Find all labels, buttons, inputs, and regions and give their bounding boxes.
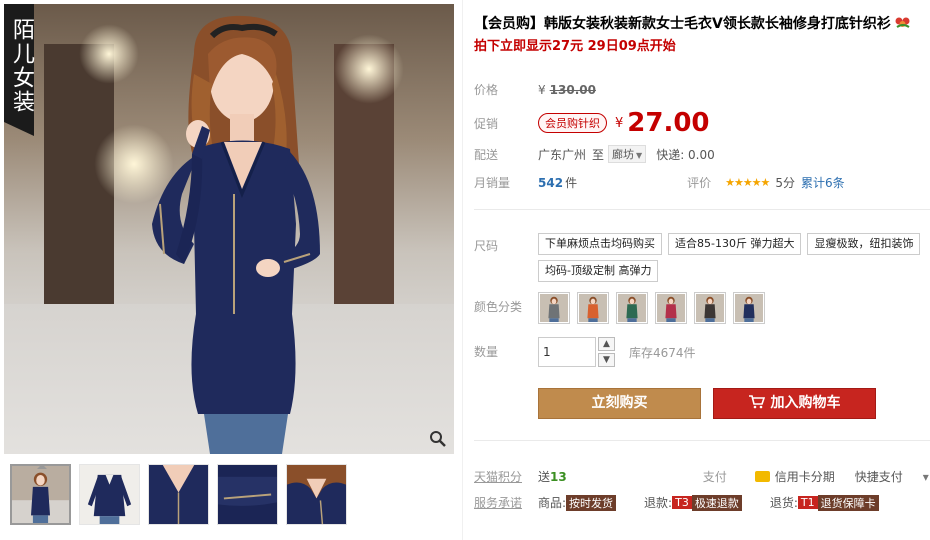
original-price-value: 130.00 [549, 82, 596, 97]
size-option[interactable]: 适合85-130斤 弹力超大 [668, 233, 802, 255]
points-value: 13 [550, 469, 567, 484]
promo-tag: 会员购针织 [538, 113, 607, 133]
promo-row: 促销 会员购针织 ¥ 27.00 [474, 108, 710, 138]
stepper-buttons: ▲ ▼ [598, 337, 615, 367]
refund-code-badge: T3 [672, 496, 692, 509]
service-row: 服务承诺 商品: 按时发货 退款: T3 极速退款 退货: T1 退货保障卡 [474, 494, 879, 511]
product-page: 陌儿女装 【会员购】韩版女装秋装新款女士毛衣V领长款长袖修身打底针织衫 拍下立即… [0, 0, 930, 540]
add-to-cart-label: 加入购物车 [770, 395, 841, 411]
product-title-text: 【会员购】韩版女装秋装新款女士毛衣V领长款长袖修身打底针织衫 [474, 16, 891, 32]
thumbnail-4[interactable] [217, 464, 278, 525]
color-swatches [538, 292, 765, 324]
buy-now-button[interactable]: 立刻购买 [538, 388, 701, 419]
price-label: 价格 [474, 83, 499, 97]
size-label: 尺码 [474, 239, 499, 253]
rating-label: 评价 [687, 176, 712, 190]
color-label: 颜色分类 [474, 300, 523, 314]
original-price-currency: ¥ [538, 82, 546, 97]
city-select-value: 廊坊 [612, 148, 635, 161]
quantity-input[interactable] [538, 337, 596, 367]
decrement-button[interactable]: ▼ [598, 353, 615, 367]
express-fee: 快递: 0.00 [656, 147, 715, 162]
refund-prefix: 退款: [644, 496, 673, 510]
shopping-cart-icon [748, 395, 765, 409]
sales-row: 月销量 542 件 评价 ★★★★★ 5分 累计6条 [474, 174, 845, 191]
thumbnail-3[interactable] [148, 464, 209, 525]
color-swatch-brown[interactable] [694, 292, 726, 324]
thumbnail-2[interactable] [79, 464, 140, 525]
thumbnail-strip [10, 464, 347, 525]
size-options: 下单麻烦点击均码购买 适合85-130斤 弹力超大 显瘦极致，纽扣装饰 均码-顶… [538, 233, 930, 282]
return-promise-tag[interactable]: 退货保障卡 [817, 494, 879, 511]
increment-button[interactable]: ▲ [598, 337, 615, 351]
city-select[interactable]: 廊坊 ▼ [608, 145, 647, 163]
column-divider [462, 0, 463, 540]
brand-tag: 陌儿女装 [4, 4, 34, 136]
color-swatch-orange[interactable] [577, 292, 609, 324]
pay-label: 支付 [702, 470, 727, 484]
price-row: 价格 ¥130.00 [474, 81, 596, 98]
size-option[interactable]: 均码-顶级定制 高弹力 [538, 260, 659, 282]
sales-unit: 件 [565, 176, 578, 190]
thumbnail-5[interactable] [286, 464, 347, 525]
product-header: 【会员购】韩版女装秋装新款女士毛衣V领长款长袖修身打底针织衫 拍下立即显示27元… [474, 14, 930, 56]
product-subtitle: 拍下立即显示27元 29日09点开始 [474, 39, 676, 54]
add-to-cart-button[interactable]: 加入购物车 [713, 388, 876, 419]
quantity-label: 数量 [474, 345, 499, 359]
sales-count: 542 [538, 175, 564, 190]
size-option[interactable]: 下单麻烦点击均码购买 [538, 233, 662, 255]
promo-price: 27.00 [627, 108, 710, 138]
review-count-link[interactable]: 累计6条 [801, 174, 845, 191]
return-code-badge: T1 [797, 496, 818, 509]
divider [474, 440, 930, 441]
points-prefix: 送 [538, 470, 551, 484]
return-prefix: 退货: [769, 496, 798, 510]
delivery-to-word: 至 [592, 147, 605, 162]
chevron-down-icon: ▼ [636, 151, 643, 160]
product-title: 【会员购】韩版女装秋装新款女士毛衣V领长款长袖修身打底针织衫 [474, 14, 930, 34]
size-option[interactable]: 显瘦极致，纽扣装饰 [807, 233, 921, 255]
points-row: 天猫积分 送 13 支付 信用卡分期 快捷支付 ▾ [474, 468, 929, 485]
delivery-label: 配送 [474, 147, 499, 162]
stock-count: 库存4674件 [629, 345, 696, 360]
quantity-stepper: ▲ ▼ 库存4674件 [538, 337, 696, 367]
chevron-down-icon[interactable]: ▾ [923, 470, 929, 484]
refund-promise-tag[interactable]: 极速退款 [691, 494, 742, 511]
credit-installment[interactable]: 信用卡分期 [775, 468, 835, 485]
flower-icon [895, 17, 910, 28]
divider [474, 209, 930, 210]
credit-card-icon [754, 471, 770, 482]
rating-stars: ★★★★★ [725, 176, 770, 189]
delivery-from: 广东广州 [538, 147, 587, 162]
rating-score: 5分 [775, 176, 796, 190]
original-price: ¥130.00 [538, 83, 596, 97]
quick-pay[interactable]: 快捷支付 [855, 468, 903, 485]
promo-currency: ¥ [615, 115, 624, 131]
delivery-row: 配送 广东广州 至 廊坊 ▼ 快递: 0.00 [474, 145, 715, 163]
color-swatch-navy[interactable] [733, 292, 765, 324]
service-label[interactable]: 服务承诺 [474, 494, 538, 511]
main-product-image[interactable]: 陌儿女装 [4, 4, 454, 454]
model-figure [152, 15, 320, 454]
tmall-points-label[interactable]: 天猫积分 [474, 468, 538, 485]
goods-promise-tag[interactable]: 按时发货 [566, 494, 617, 511]
thumbnail-1[interactable] [10, 464, 71, 525]
magnifier-icon[interactable] [428, 430, 448, 450]
sales-label: 月销量 [474, 176, 511, 190]
goods-prefix: 商品: [538, 496, 567, 510]
color-swatch-grey[interactable] [538, 292, 570, 324]
color-swatch-green[interactable] [616, 292, 648, 324]
color-swatch-rose[interactable] [655, 292, 687, 324]
promo-label: 促销 [474, 116, 499, 131]
